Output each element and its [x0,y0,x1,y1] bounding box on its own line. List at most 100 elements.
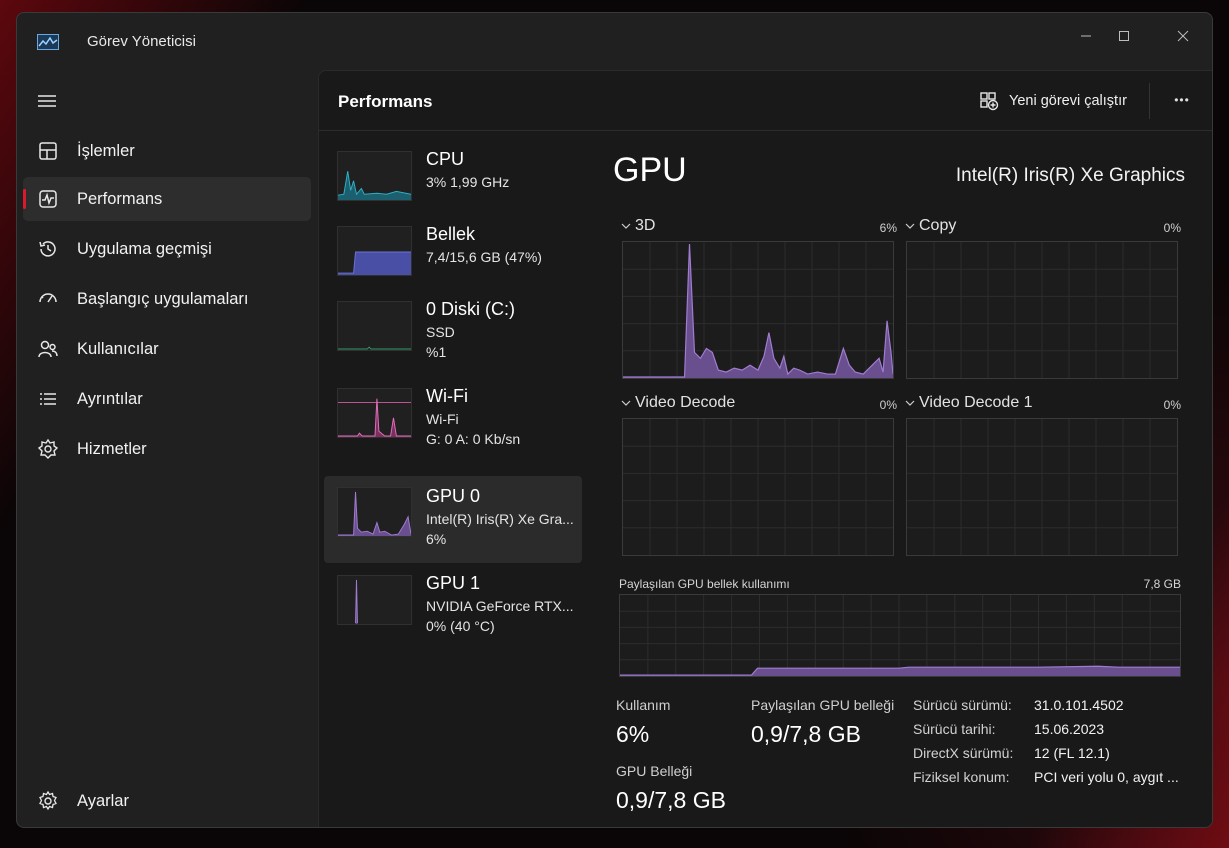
device-name: Bellek [426,224,476,244]
graph-percent: 0% [1163,221,1181,235]
startup-icon [39,293,57,303]
sidebar-item-label: Hizmetler [77,439,147,458]
device-usage: 6% [426,531,447,547]
main-header: Performans Yeni görevi çalıştır ••• [319,71,1212,131]
graph-selector-3d[interactable]: 3D [621,217,655,235]
graph-selector-video-decode-1[interactable]: Video Decode 1 [905,394,1033,412]
more-options-button[interactable]: ••• [1167,87,1197,113]
run-task-icon [980,92,999,111]
close-icon [1177,30,1189,42]
memory-thumbnail-graph [337,226,412,276]
main-panel: Performans Yeni görevi çalıştır ••• CPU … [318,70,1212,827]
device-detail: NVIDIA GeForce RTX... [426,598,574,614]
device-cpu[interactable]: CPU 3% 1,99 GHz [324,139,582,226]
sidebar-item-settings[interactable]: Ayarlar [23,779,311,823]
sidebar-item-label: Kullanıcılar [77,339,159,358]
maximize-button[interactable] [1101,21,1147,51]
graph-video-decode-1 [906,418,1178,556]
physical-location-label: Fiziksel konum: [913,769,1010,785]
graph-percent: 0% [879,398,897,412]
close-button[interactable] [1160,21,1206,51]
driver-date-value: 15.06.2023 [1034,721,1105,737]
shared-memory-graph-label: Paylaşılan GPU bellek kullanımı [619,577,790,591]
device-detail: Intel(R) Iris(R) Xe Gra... [426,511,574,527]
graph-selector-copy[interactable]: Copy [905,217,956,235]
wifi-thumbnail-graph [337,388,412,438]
hamburger-menu-icon[interactable] [35,89,59,113]
driver-version-value: 31.0.101.4502 [1034,697,1124,713]
device-detail: SSD [426,324,455,340]
sidebar-item-label: İşlemler [77,141,135,160]
device-gpu-0[interactable]: GPU 0 Intel(R) Iris(R) Xe Gra... 6% [324,476,582,563]
graph-label: Copy [919,217,957,234]
more-options-icon: ••• [1174,93,1190,107]
page-title: Performans [338,92,433,111]
gpu-title: GPU [613,151,687,189]
chevron-down-icon [905,223,915,229]
graph-copy [906,241,1178,379]
device-throughput: G: 0 A: 0 Kb/sn [426,431,521,447]
sidebar-item-startup-apps[interactable]: Başlangıç uygulamaları [23,277,311,321]
performance-icon [39,190,57,208]
usage-value: 6% [616,721,650,747]
sidebar-item-label: Ayrıntılar [77,389,143,408]
run-new-task-label: Yeni görevi çalıştır [1009,93,1127,109]
cpu-thumbnail-graph [337,151,412,201]
device-gpu-1[interactable]: GPU 1 NVIDIA GeForce RTX... 0% (40 °C) [324,563,582,650]
sidebar-item-label: Performans [77,189,163,208]
sidebar-item-services[interactable]: Hizmetler [23,427,311,471]
processes-icon [39,142,57,160]
device-usage: 0% (40 °C) [426,618,495,634]
history-icon [39,241,56,257]
device-name: 0 Diski (C:) [426,299,515,319]
services-icon [37,438,59,459]
task-manager-window: Görev Yöneticisi İşlemler Performans Uyg… [16,12,1213,828]
graph-label: Video Decode [635,394,736,411]
minimize-icon [1081,35,1091,37]
graph-video-decode [622,418,894,556]
sidebar: İşlemler Performans Uygulama geçmişi Baş… [17,71,317,827]
sidebar-item-performance[interactable]: Performans [23,177,311,221]
gpu1-thumbnail-graph [337,575,412,625]
device-disk-c[interactable]: 0 Diski (C:) SSD %1 [324,289,582,376]
device-wifi[interactable]: Wi-Fi Wi-Fi G: 0 A: 0 Kb/sn [324,376,582,463]
sidebar-item-label: Uygulama geçmişi [77,239,212,258]
gpu-memory-value: 0,9/7,8 GB [616,787,726,813]
device-name: GPU 1 [426,573,481,593]
details-icon [40,393,56,405]
chevron-down-icon [905,400,915,406]
header-divider [1149,83,1150,119]
directx-version-value: 12 (FL 12.1) [1034,745,1110,761]
title-bar: Görev Yöneticisi [17,13,1212,71]
usage-label: Kullanım [616,697,671,713]
sidebar-item-details[interactable]: Ayrıntılar [23,377,311,421]
graph-percent: 6% [879,221,897,235]
gpu-model-name: Intel(R) Iris(R) Xe Graphics [955,165,1185,186]
device-detail: 3% 1,99 GHz [426,174,510,190]
disk-thumbnail-graph [337,301,412,351]
sidebar-item-processes[interactable]: İşlemler [23,129,311,173]
shared-memory-graph-max: 7,8 GB [1143,577,1181,591]
device-name: CPU [426,149,465,169]
sidebar-item-app-history[interactable]: Uygulama geçmişi [23,227,311,271]
shared-gpu-memory-value: 0,9/7,8 GB [751,721,861,747]
device-memory[interactable]: Bellek 7,4/15,6 GB (47%) [324,214,582,301]
device-name: GPU 0 [426,486,481,506]
graph-selector-video-decode[interactable]: Video Decode [621,394,735,412]
gpu0-thumbnail-graph [337,487,412,537]
chevron-down-icon [621,223,631,229]
device-list: CPU 3% 1,99 GHz Bellek 7,4/15,6 GB (47%)… [319,131,589,827]
device-name: Wi-Fi [426,386,468,406]
gpu-detail-pane: GPU Intel(R) Iris(R) Xe Graphics 3D 6% C… [599,131,1212,827]
app-title: Görev Yöneticisi [87,33,196,50]
run-new-task-button[interactable]: Yeni görevi çalıştır [979,89,1127,113]
graph-percent: 0% [1163,398,1181,412]
graph-label: Video Decode 1 [919,394,1033,411]
task-manager-app-icon [37,34,59,50]
users-icon [38,340,58,358]
sidebar-item-users[interactable]: Kullanıcılar [23,327,311,371]
physical-location-value: PCI veri yolu 0, aygıt ... [1034,769,1179,785]
device-usage: %1 [426,344,447,360]
graph-3d [622,241,894,379]
gear-icon [39,790,57,811]
